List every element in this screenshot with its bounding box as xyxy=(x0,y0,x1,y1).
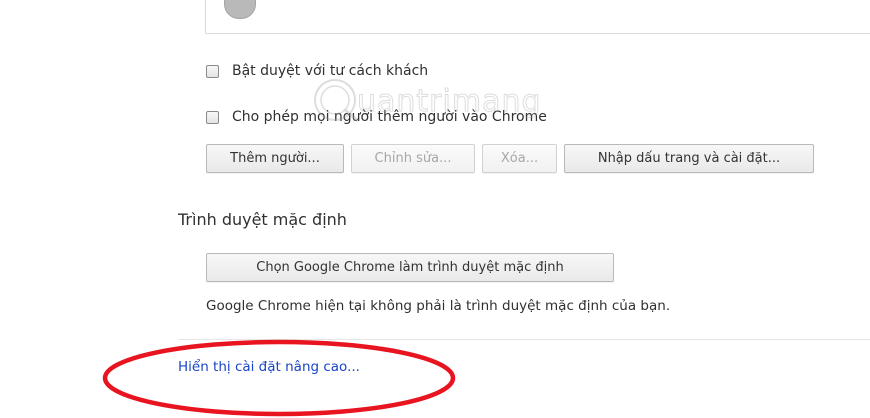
guest-browsing-label: Bật duyệt với tư cách khách xyxy=(232,63,429,79)
allow-add-people-row[interactable]: Cho phép mọi người thêm người vào Chrome xyxy=(206,109,547,125)
default-browser-heading: Trình duyệt mặc định xyxy=(178,210,347,229)
annotation-oval xyxy=(102,339,456,417)
show-advanced-settings-link[interactable]: Hiển thị cài đặt nâng cao... xyxy=(178,359,360,375)
user-avatar-icon[interactable] xyxy=(224,0,256,19)
import-bookmarks-button[interactable]: Nhập dấu trang và cài đặt... xyxy=(564,144,814,173)
chrome-settings-page: Bật duyệt với tư cách khách Cho phép mọi… xyxy=(0,0,870,418)
delete-person-button[interactable]: Xóa... xyxy=(482,144,557,173)
allow-add-people-checkbox[interactable] xyxy=(206,110,219,124)
default-browser-status: Google Chrome hiện tại không phải là trì… xyxy=(206,298,671,314)
add-person-button[interactable]: Thêm người... xyxy=(206,144,344,173)
red-annotation-ellipse xyxy=(102,339,456,417)
guest-browsing-checkbox[interactable] xyxy=(206,64,219,78)
edit-person-button[interactable]: Chỉnh sửa... xyxy=(351,144,475,173)
section-divider xyxy=(178,339,870,340)
people-list[interactable] xyxy=(205,0,870,34)
allow-add-people-label: Cho phép mọi người thêm người vào Chrome xyxy=(232,109,547,125)
make-default-browser-button[interactable]: Chọn Google Chrome làm trình duyệt mặc đ… xyxy=(206,253,614,282)
guest-browsing-row[interactable]: Bật duyệt với tư cách khách xyxy=(206,63,428,79)
